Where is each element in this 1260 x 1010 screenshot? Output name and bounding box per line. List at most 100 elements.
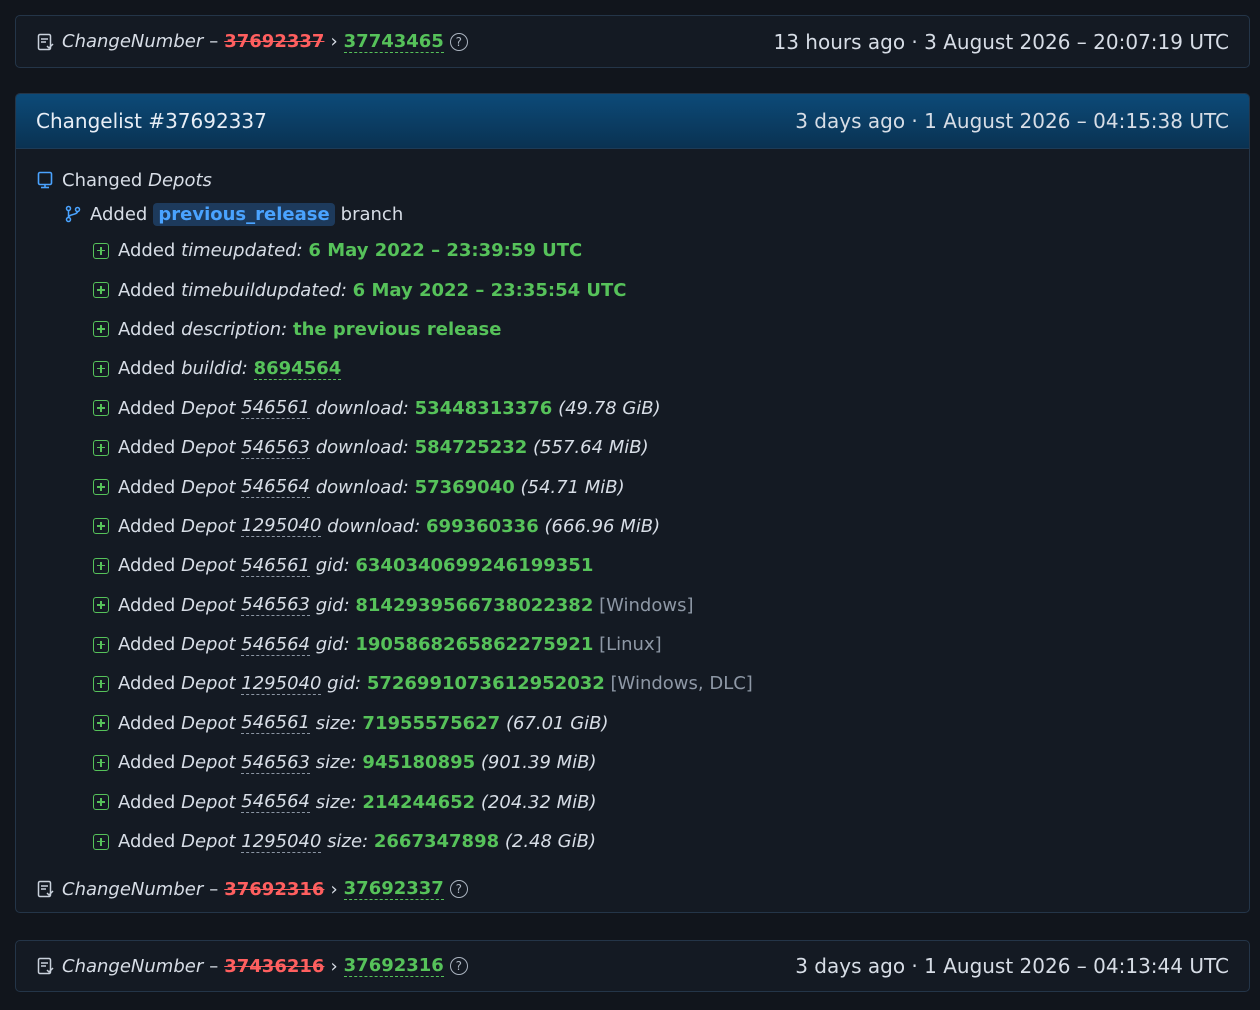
depot-label: Depot [181,791,236,813]
size-human: (54.71 MiB) [520,476,625,498]
size-human: (901.39 MiB) [480,752,597,774]
value: 57369040 [414,476,515,498]
change-item: Added Depot 546561 download: 53448313376… [36,389,1249,428]
depot-link[interactable]: 546564 [241,634,310,656]
depot-label: Depot [181,712,236,734]
change-item: Added timebuildupdated: 6 May 2022 – 23:… [36,270,1249,309]
action-label: Added [118,476,176,498]
depot-link[interactable]: 546564 [241,791,310,814]
platform-tag: [Windows] [599,594,694,616]
help-icon[interactable]: ? [449,32,468,51]
depot-link[interactable]: 546563 [241,437,310,459]
depot-link[interactable]: 546561 [241,712,310,735]
old-change-number: 37692337 [224,31,325,52]
change-item: Added Depot 546564 gid: 1905868265862275… [36,625,1249,664]
document-icon [36,957,54,975]
plus-square-icon [92,439,110,457]
key-label: size: [315,712,357,734]
plus-square-icon [92,557,110,575]
branch-icon [64,205,82,223]
branch-added-label: Added [90,203,148,225]
action-label: Added [118,437,176,459]
plus-square-icon [92,242,110,260]
new-change-number-link[interactable]: 37743465 [343,31,444,53]
dash: – [209,955,219,977]
plus-square-icon [92,478,110,496]
new-change-number-link[interactable]: 37692337 [343,878,444,900]
action-label: Added [118,279,176,301]
depot-link[interactable]: 1295040 [241,515,322,538]
size-human: (67.01 GiB) [505,712,609,734]
change-number-card-bottom: ChangeNumber – 37436216 › 37692316 ? 3 d… [15,940,1250,992]
depot-link[interactable]: 546561 [241,555,310,577]
depot-link[interactable]: 1295040 [241,831,322,853]
action-label: Added [118,752,176,774]
action-label: Added [118,515,176,537]
dash: – [209,878,219,900]
key-label: description: [181,318,288,340]
document-icon [36,33,54,51]
old-change-number: 37436216 [224,955,325,977]
depot-label: Depot [181,555,236,577]
depot-link[interactable]: 546564 [241,476,310,499]
change-item: Added Depot 546561 gid: 6340340699246199… [36,546,1249,585]
key-label: size: [327,831,369,853]
change-number-label: ChangeNumber [62,31,204,52]
depot-link[interactable]: 546561 [241,397,310,420]
change-item: Added Depot 546563 gid: 8142939566738022… [36,586,1249,625]
new-change-number-link[interactable]: 37692316 [343,955,444,977]
change-item: Added description: the previous release [36,310,1249,349]
action-label: Added [118,673,176,695]
branch-name[interactable]: previous_release [153,202,335,226]
key-label: timebuildupdated: [181,279,347,301]
value: 2667347898 [373,831,500,853]
key-label: timeupdated: [181,240,303,262]
change-item: Added Depot 546564 download: 57369040 (5… [36,467,1249,506]
size-human: (204.32 MiB) [480,791,597,813]
key-label: size: [315,752,357,774]
change-number-line: ChangeNumber – 37692337 › 37743465 ? [36,31,468,53]
depots-label: Depots [148,169,212,191]
key-label: gid: [327,673,362,695]
depot-icon [36,171,54,189]
key-label: gid: [315,634,350,656]
changed-depots-line: Changed Depots [36,163,1249,197]
depot-label: Depot [181,673,236,695]
plus-square-icon [92,833,110,851]
change-item: Added Depot 1295040 size: 2667347898 (2.… [36,822,1249,861]
key-label: download: [315,397,409,419]
document-icon [36,880,54,898]
depot-label: Depot [181,752,236,774]
plus-square-icon [92,281,110,299]
value: the previous release [292,318,502,340]
help-icon[interactable]: ? [449,957,468,975]
change-number-card-top: ChangeNumber – 37692337 › 37743465 ? 13 … [15,15,1250,68]
action-label: Added [118,555,176,577]
key-label: download: [315,476,409,498]
arrow: › [330,955,338,977]
depot-label: Depot [181,476,236,498]
changelist-title[interactable]: Changelist #37692337 [36,109,267,133]
value: 214244652 [362,791,476,813]
value: 71955575627 [362,712,501,734]
change-item: Added Depot 1295040 gid: 572699107361295… [36,664,1249,703]
arrow: › [330,31,338,52]
change-number-line: ChangeNumber – 37436216 › 37692316 ? [36,955,468,977]
value: 6 May 2022 – 23:35:54 UTC [352,279,627,301]
key-label: gid: [315,555,350,577]
help-icon[interactable]: ? [449,880,468,898]
key-label: download: [327,515,421,537]
change-item: Added Depot 546564 size: 214244652 (204.… [36,782,1249,821]
plus-square-icon [92,636,110,654]
dash: – [209,31,219,52]
value: 584725232 [414,437,528,459]
size-human: (49.78 GiB) [558,397,661,419]
timestamp: 3 days ago · 1 August 2026 – 04:13:44 UT… [795,954,1229,978]
platform-tag: [Linux] [599,634,662,656]
depot-link[interactable]: 546563 [241,752,310,774]
change-item: Added Depot 1295040 download: 699360336 … [36,507,1249,546]
value[interactable]: 8694564 [253,358,342,380]
depot-label: Depot [181,515,236,537]
depot-link[interactable]: 546563 [241,594,310,617]
depot-link[interactable]: 1295040 [241,673,322,695]
